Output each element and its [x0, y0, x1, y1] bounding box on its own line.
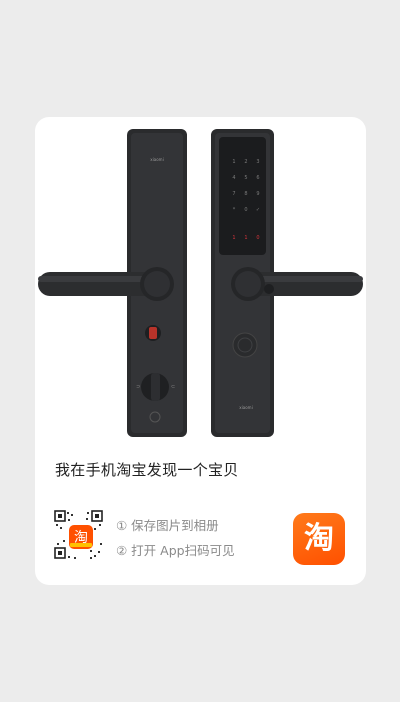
svg-text:0: 0	[256, 235, 259, 241]
step-open-app-scan: ② 打开 App扫码可见	[116, 543, 235, 558]
share-caption: 我在手机淘宝发现一个宝贝	[55, 461, 239, 479]
svg-text:4: 4	[232, 175, 235, 181]
taobao-logo-glyph: 淘	[304, 521, 334, 556]
svg-text:7: 7	[232, 191, 235, 197]
taobao-app-icon[interactable]: 淘	[293, 513, 345, 565]
svg-text:8: 8	[244, 191, 247, 197]
svg-text:⊂: ⊂	[171, 384, 175, 390]
brand-mark-right: xiaomi	[239, 405, 252, 410]
svg-text:1: 1	[244, 235, 247, 241]
qr-code[interactable]: 淘	[54, 510, 108, 564]
svg-text:0: 0	[244, 207, 247, 213]
svg-text:2: 2	[244, 159, 247, 165]
brand-mark-left: xiaomi	[150, 157, 163, 162]
svg-text:6: 6	[256, 175, 259, 181]
lock-front-view: 123 456 789 * 0 ✓ 110 xiaomi	[211, 129, 363, 437]
lock-back-view: xiaomi ⊃ ⊂	[38, 129, 187, 437]
share-card: xiaomi ⊃ ⊂ 1 2 3 4 5 6 7 8 9 * 0 ✓ 1 1 0 xiaom…	[35, 117, 366, 585]
step-save-image: ① 保存图片到相册	[116, 518, 219, 533]
svg-text:⊃: ⊃	[136, 384, 140, 390]
svg-text:5: 5	[244, 175, 247, 181]
product-image: xiaomi ⊃ ⊂ 1 2 3 4 5 6 7 8 9 * 0 ✓ 1 1 0 xiaom…	[38, 129, 363, 437]
svg-text:9: 9	[256, 191, 259, 197]
svg-text:3: 3	[256, 159, 259, 165]
svg-text:✓: ✓	[256, 207, 260, 213]
svg-text:1: 1	[232, 235, 235, 241]
svg-text:1: 1	[232, 159, 235, 165]
